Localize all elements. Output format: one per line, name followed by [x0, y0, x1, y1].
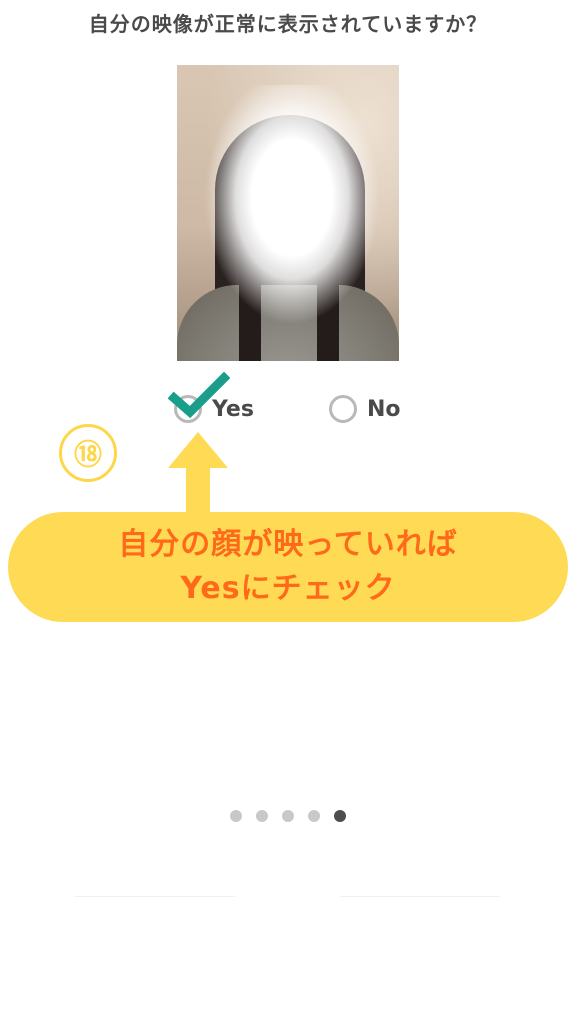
face-blur-overlay [197, 85, 387, 335]
no-radio-option[interactable]: No [329, 395, 401, 423]
checkmark-icon [168, 372, 230, 419]
pagination-dots [230, 810, 346, 822]
no-label[interactable]: No [367, 397, 401, 422]
page-dot-2[interactable] [256, 810, 268, 822]
page-dot-5-active[interactable] [334, 810, 346, 822]
step-number-badge: ⑱ [59, 424, 117, 482]
divider-right [340, 896, 500, 897]
callout-line-1: 自分の顔が映っていれば [118, 527, 458, 562]
question-text: 自分の映像が正常に表示されていますか？ [88, 12, 488, 36]
up-arrow-icon [168, 432, 228, 518]
video-check-page: 自分の映像が正常に表示されていますか？ Yes No ⑱ 自分の顔が映っていれば… [0, 0, 576, 1024]
callout-line-2: Yesにチェック [180, 571, 396, 606]
instruction-callout: 自分の顔が映っていれば Yesにチェック [8, 512, 568, 622]
camera-preview-image [177, 65, 399, 361]
page-dot-4[interactable] [308, 810, 320, 822]
page-dot-1[interactable] [230, 810, 242, 822]
no-radio-circle[interactable] [329, 395, 357, 423]
divider-left [75, 896, 235, 897]
page-dot-3[interactable] [282, 810, 294, 822]
